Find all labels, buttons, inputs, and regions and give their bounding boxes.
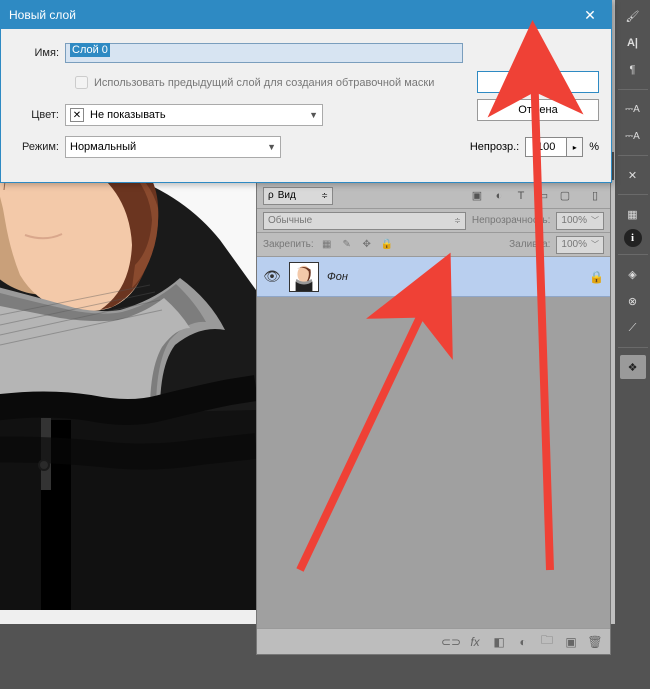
layer-name-value: Слой 0 — [70, 43, 110, 57]
chevron-down-icon: ﹀ — [591, 215, 599, 226]
spheres-icon[interactable]: ⊗ — [620, 289, 646, 313]
fill-value: 100% — [561, 239, 587, 250]
visibility-toggle-icon[interactable]: 👁 — [263, 268, 281, 285]
group-icon[interactable]: 🗀 — [538, 633, 556, 651]
info-icon[interactable]: i — [624, 229, 642, 247]
opacity-value-dropdown[interactable]: 100% ﹀ — [556, 212, 604, 230]
mode-label: Режим: — [13, 141, 65, 153]
para-styles-icon[interactable]: ⎓A — [620, 124, 646, 148]
filter-icon: ρ — [268, 190, 274, 201]
swatches-icon[interactable]: ▦ — [620, 202, 646, 226]
filter-adjust-icon[interactable]: ◐ — [490, 187, 508, 205]
clip-mask-checkbox-input — [75, 76, 88, 89]
blend-mode-dropdown[interactable]: Обычные ≑ — [263, 212, 466, 230]
char-panel-icon[interactable]: A| — [620, 31, 646, 55]
layers-icon[interactable]: ❖ — [620, 355, 646, 379]
chevron-down-icon: ▼ — [309, 110, 318, 120]
adjustment-layer-icon[interactable]: ◐ — [514, 633, 532, 651]
path-icon[interactable]: ⟋ — [620, 316, 646, 340]
opacity-label: Непрозрачность: — [472, 215, 551, 226]
blend-mode-dropdown[interactable]: Нормальный ▼ — [65, 136, 281, 158]
filter-type-label: Вид — [278, 190, 296, 201]
canvas-paper-edge — [0, 608, 256, 624]
filter-shape-icon[interactable]: ▭ — [534, 187, 552, 205]
color-label: Цвет: — [13, 109, 65, 121]
brush-lib-icon[interactable]: 🖌 — [620, 4, 646, 28]
new-layer-icon[interactable]: ▣ — [562, 633, 580, 651]
opacity-slider-handle[interactable]: ▸ — [567, 137, 583, 157]
lock-label: Закрепить: — [263, 239, 314, 250]
blend-opacity-row: Обычные ≑ Непрозрачность: 100% ﹀ — [257, 209, 610, 233]
layers-filter-bar: ρ Вид ≑ ▣ ◐ T ▭ ▢ ▯ — [257, 183, 610, 209]
layer-row[interactable]: 👁 Фон 🔒 — [257, 257, 610, 297]
lock-brush-icon[interactable]: ✎ — [340, 238, 354, 252]
link-layers-icon[interactable]: ⊂⊃ — [442, 633, 460, 651]
layer-fx-icon[interactable]: fx — [466, 633, 484, 651]
color-value: Не показывать — [90, 109, 166, 121]
opacity-label: Непрозр.: — [470, 141, 519, 153]
fill-label: Заливка: — [509, 239, 550, 250]
filter-type-icon[interactable]: T — [512, 187, 530, 205]
paragraph-panel-icon[interactable]: ¶ — [620, 58, 646, 82]
image-canvas[interactable] — [0, 150, 256, 610]
filter-image-icon[interactable]: ▣ — [468, 187, 486, 205]
new-layer-dialog: Новый слой ✕ ОК Отмена Имя: Слой 0 Испол… — [0, 0, 612, 183]
add-mask-icon[interactable]: ◧ — [490, 633, 508, 651]
layers-empty-area — [257, 297, 610, 628]
clip-mask-label: Использовать предыдущий слой для создани… — [94, 77, 434, 89]
lock-position-icon[interactable]: ✥ — [360, 238, 374, 252]
cube-icon[interactable]: ◈ — [620, 262, 646, 286]
lock-fill-row: Закрепить: ▦ ✎ ✥ 🔒 Заливка: 100% ﹀ — [257, 233, 610, 257]
chevron-down-icon: ≑ — [321, 191, 328, 200]
filter-smart-icon[interactable]: ▢ — [556, 187, 574, 205]
tools-crossed-icon[interactable]: ✕ — [620, 163, 646, 187]
opacity-value: 100% — [561, 215, 587, 226]
dialog-titlebar[interactable]: Новый слой ✕ — [1, 1, 611, 29]
char-styles-icon[interactable]: ⎓A — [620, 97, 646, 121]
color-dropdown[interactable]: ✕ Не показывать ▼ — [65, 104, 323, 126]
percent-label: % — [589, 141, 599, 153]
close-button[interactable]: ✕ — [569, 1, 611, 29]
layers-footer: ⊂⊃ fx ◧ ◐ 🗀 ▣ 🗑 — [257, 628, 610, 654]
layer-name-input[interactable]: Слой 0 — [65, 43, 463, 63]
dialog-title-label: Новый слой — [9, 8, 569, 22]
chevron-down-icon: ≑ — [454, 216, 461, 225]
no-color-icon: ✕ — [70, 108, 84, 122]
layer-thumbnail[interactable] — [289, 262, 319, 292]
ok-button[interactable]: ОК — [477, 71, 599, 93]
filter-toggle-icon[interactable]: ▯ — [586, 187, 604, 205]
layer-lock-icon[interactable]: 🔒 — [589, 270, 604, 284]
chevron-down-icon: ﹀ — [591, 239, 599, 250]
layer-filter-type-dropdown[interactable]: ρ Вид ≑ — [263, 187, 333, 205]
layers-panel: Слои ρ Вид ≑ ▣ ◐ T ▭ ▢ ▯ Обычные ≑ Непро… — [256, 160, 611, 655]
mode-value: Нормальный — [70, 141, 136, 153]
blend-mode-label: Обычные — [268, 215, 312, 226]
layer-name-label[interactable]: Фон — [327, 271, 348, 283]
cancel-button[interactable]: Отмена — [477, 99, 599, 121]
chevron-down-icon: ▼ — [267, 142, 276, 152]
fill-value-dropdown[interactable]: 100% ﹀ — [556, 236, 604, 254]
lock-pixels-icon[interactable]: ▦ — [320, 238, 334, 252]
right-icon-strip: 🖌 A| ¶ ⎓A ⎓A ✕ ▦ i ◈ ⊗ ⟋ ❖ — [615, 0, 650, 689]
lock-all-icon[interactable]: 🔒 — [380, 238, 394, 252]
delete-layer-icon[interactable]: 🗑 — [586, 633, 604, 651]
opacity-input[interactable]: 100 — [525, 137, 567, 157]
name-label: Имя: — [13, 47, 65, 59]
